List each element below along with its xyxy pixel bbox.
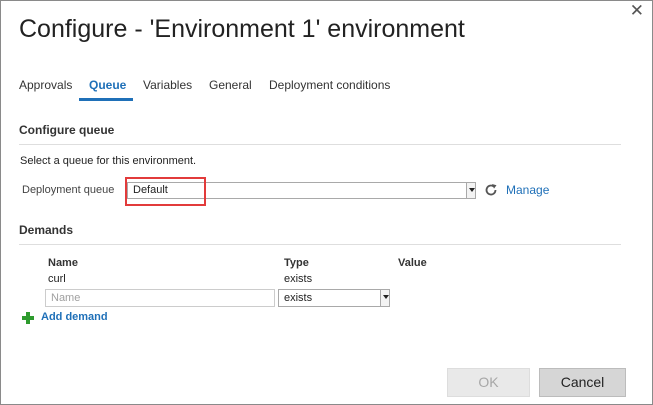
- chevron-down-icon[interactable]: [380, 290, 389, 306]
- section-divider: [19, 244, 621, 245]
- refresh-icon[interactable]: [484, 183, 498, 197]
- add-icon[interactable]: [22, 312, 34, 324]
- demands-heading: Demands: [19, 223, 74, 237]
- demand-type-value: exists: [284, 292, 313, 304]
- column-header-name: Name: [48, 257, 78, 269]
- column-header-type: Type: [284, 257, 309, 269]
- tab-variables[interactable]: Variables: [143, 78, 192, 92]
- section-divider: [19, 144, 621, 145]
- tab-approvals[interactable]: Approvals: [19, 78, 72, 92]
- demand-type-select[interactable]: exists: [278, 289, 390, 307]
- demand-type-cell: exists: [284, 273, 313, 285]
- configure-environment-dialog: ✕ Configure - 'Environment 1' environmen…: [0, 0, 653, 405]
- tab-deployment-conditions[interactable]: Deployment conditions: [269, 78, 390, 92]
- tab-general[interactable]: General: [209, 78, 252, 92]
- close-icon[interactable]: ✕: [630, 2, 644, 19]
- column-header-value: Value: [398, 257, 427, 269]
- cancel-button[interactable]: Cancel: [539, 368, 626, 397]
- queue-instruction: Select a queue for this environment.: [20, 155, 197, 167]
- configure-queue-heading: Configure queue: [19, 123, 115, 137]
- manage-link[interactable]: Manage: [506, 183, 549, 197]
- add-demand-link[interactable]: Add demand: [41, 311, 108, 323]
- demand-name-input[interactable]: [45, 289, 275, 307]
- deployment-queue-label: Deployment queue: [22, 184, 115, 196]
- ok-button[interactable]: OK: [447, 368, 530, 397]
- chevron-down-icon[interactable]: [466, 183, 475, 198]
- dialog-title: Configure - 'Environment 1' environment: [19, 15, 465, 43]
- highlight-box: [125, 177, 206, 206]
- active-tab-indicator: [79, 98, 133, 101]
- tab-queue[interactable]: Queue: [89, 78, 126, 92]
- demand-name-cell: curl: [48, 273, 66, 285]
